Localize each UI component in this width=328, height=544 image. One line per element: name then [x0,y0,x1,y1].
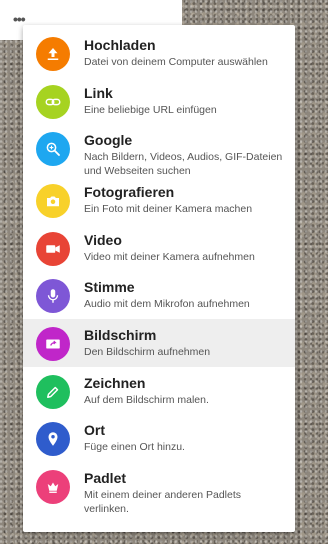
menu-item-subtitle: Datei von deinem Computer auswählen [84,56,268,68]
menu-item-subtitle: Füge einen Ort hinzu. [84,441,185,454]
menu-item-screen[interactable]: Bildschirm Den Bildschirm aufnehmen [23,318,295,367]
microphone-icon [36,279,70,314]
menu-item-video[interactable]: Video Video mit deiner Kamera aufnehmen [23,224,295,272]
pencil-icon [36,374,70,409]
menu-item-title: Video [84,231,122,248]
menu-item-subtitle: Auf dem Bildschirm malen. [84,393,209,406]
video-icon [36,231,70,266]
menu-item-photo[interactable]: Fotografieren Ein Foto mit deiner Kamera… [23,176,295,224]
menu-item-subtitle: Ein Foto mit deiner Kamera machen [84,203,253,216]
menu-item-location[interactable]: Ort Füge einen Ort hinzu. [23,414,295,462]
add-content-menu: Hochladen Datei von deinem Computer ausw… [23,25,295,532]
menu-item-draw[interactable]: Zeichnen Auf dem Bildschirm malen. [23,367,295,415]
menu-item-title: Hochladen [84,37,156,53]
screen-icon [36,326,70,361]
menu-item-title: Bildschirm [84,326,157,343]
location-pin-icon [36,422,70,457]
more-options-icon[interactable]: ••• [13,12,26,26]
menu-item-title: Stimme [84,279,135,296]
menu-item-subtitle: Den Bildschirm aufnehmen [84,345,211,358]
link-icon [36,84,70,119]
camera-icon [36,184,70,219]
search-icon [36,132,70,167]
menu-item-title: Fotografieren [84,184,175,201]
menu-item-subtitle: Video mit deiner Kamera aufnehmen [84,250,255,263]
menu-item-google[interactable]: Google Nach Bildern, Videos, Audios, GIF… [23,124,295,178]
menu-item-padlet[interactable]: Padlet Mit einem deiner anderen Padlets … [23,462,295,515]
padlet-icon [36,469,70,504]
menu-item-subtitle: Eine beliebige URL einfügen [84,103,217,116]
menu-item-title: Padlet [84,469,127,486]
menu-item-subtitle: Audio mit dem Mikrofon aufnehmen [84,298,250,311]
menu-item-title: Ort [84,422,105,439]
menu-item-title: Google [84,132,133,149]
menu-item-link[interactable]: Link Eine beliebige URL einfügen [23,77,295,125]
menu-item-title: Link [84,84,113,101]
menu-item-voice[interactable]: Stimme Audio mit dem Mikrofon aufnehmen [23,271,295,319]
menu-item-subtitle: Nach Bildern, Videos, Audios, GIF-Dateie… [84,151,283,178]
menu-item-title: Zeichnen [84,374,146,391]
menu-item-subtitle: Mit einem deiner anderen Padlets verlink… [84,488,242,515]
menu-item-upload[interactable]: Hochladen Datei von deinem Computer ausw… [23,29,295,77]
upload-icon [36,37,70,71]
